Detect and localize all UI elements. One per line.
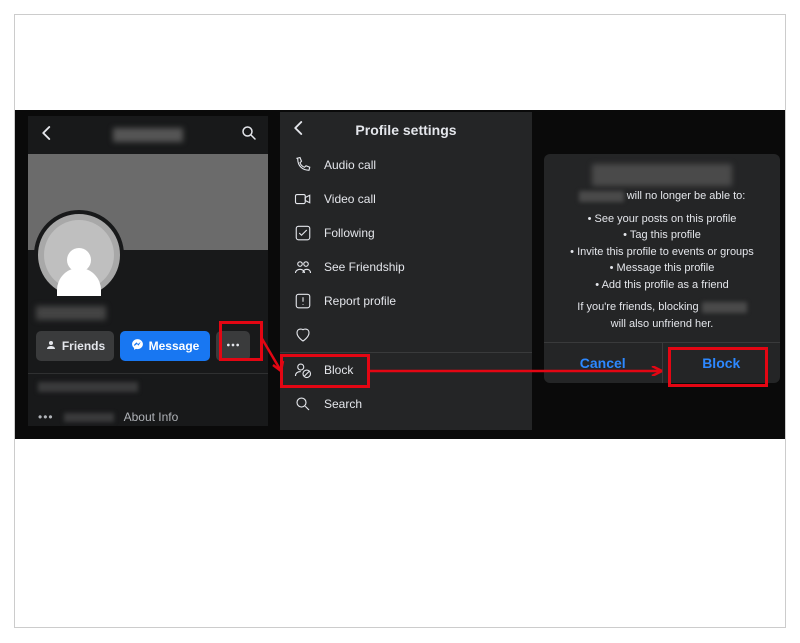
action-buttons-row: Friends Message [28,331,268,371]
more-horizontal-icon [225,337,241,356]
about-info-label: About Info [124,410,179,424]
menu-item-search[interactable]: Search [280,387,532,421]
search-icon[interactable] [240,124,258,147]
tutorial-frame: Friends Message ••• [14,14,786,628]
message-label: Message [149,339,200,353]
settings-title: Profile settings [355,122,456,138]
dialog-title-blurred [592,164,732,186]
menu-label: Video call [324,192,376,206]
bullet-item: • Invite this profile to events or group… [554,244,770,261]
bullet-item: • Add this profile as a friend [554,277,770,294]
about-info-row[interactable]: ••• About Info [28,404,268,426]
menu-item-following[interactable]: Following [280,216,532,250]
back-icon[interactable] [38,124,56,147]
profile-settings-menu: Profile settings Audio call Video call F… [280,112,532,430]
profile-name-area [28,306,268,331]
more-button[interactable] [216,331,250,361]
block-confirm-button[interactable]: Block [663,343,781,383]
screenshot-canvas: Friends Message ••• [15,110,785,439]
cancel-button[interactable]: Cancel [544,343,663,383]
menu-label: See Friendship [324,260,405,274]
name-blurred [702,302,747,313]
about-text-blurred [64,413,114,422]
dialog-intro: will no longer be able to: [554,188,770,205]
phone-icon [294,156,312,174]
block-person-icon [294,361,312,379]
avatar[interactable] [34,210,124,300]
profile-name-blurred [113,128,183,142]
name-blurred [579,191,624,202]
menu-label: Audio call [324,158,376,172]
menu-item-favorite[interactable] [280,318,532,352]
dialog-friends-note: If you're friends, blocking will also un… [554,299,770,332]
more-horizontal-icon: ••• [38,410,54,424]
avatar-placeholder-icon [44,220,114,290]
name-line-blurred [36,306,106,320]
heart-icon [294,326,312,344]
menu-label: Search [324,397,362,411]
dialog-actions: Cancel Block [544,342,780,383]
menu-item-see-friendship[interactable]: See Friendship [280,250,532,284]
video-icon [294,190,312,208]
cancel-label: Cancel [580,355,626,371]
dialog-bullets: • See your posts on this profile • Tag t… [554,211,770,294]
friends-label: Friends [62,339,105,353]
bullet-item: • See your posts on this profile [554,211,770,228]
menu-label: Report profile [324,294,396,308]
report-icon [294,292,312,310]
dialog-body: will no longer be able to: • See your po… [544,164,780,342]
menu-item-video-call[interactable]: Video call [280,182,532,216]
bullet-item: • Tag this profile [554,227,770,244]
profile-header [28,116,268,154]
menu-item-audio-call[interactable]: Audio call [280,148,532,182]
divider [28,373,268,374]
messenger-icon [131,338,144,354]
details-area [28,376,268,404]
bullet-item: • Message this profile [554,260,770,277]
profile-screen: Friends Message ••• [28,116,268,426]
menu-label: Following [324,226,375,240]
block-label: Block [702,355,740,371]
menu-label: Block [324,363,353,377]
check-box-icon [294,224,312,242]
message-button[interactable]: Message [120,331,210,361]
menu-item-block[interactable]: Block [280,353,532,387]
friends-button[interactable]: Friends [36,331,114,361]
settings-header: Profile settings [280,112,532,148]
cover-photo [28,154,268,250]
back-icon[interactable] [290,119,308,142]
detail-line-blurred [38,382,138,392]
search-icon [294,395,312,413]
block-confirmation-dialog: will no longer be able to: • See your po… [544,154,780,383]
menu-item-report-profile[interactable]: Report profile [280,284,532,318]
person-icon [45,339,57,354]
friends-icon [294,258,312,276]
